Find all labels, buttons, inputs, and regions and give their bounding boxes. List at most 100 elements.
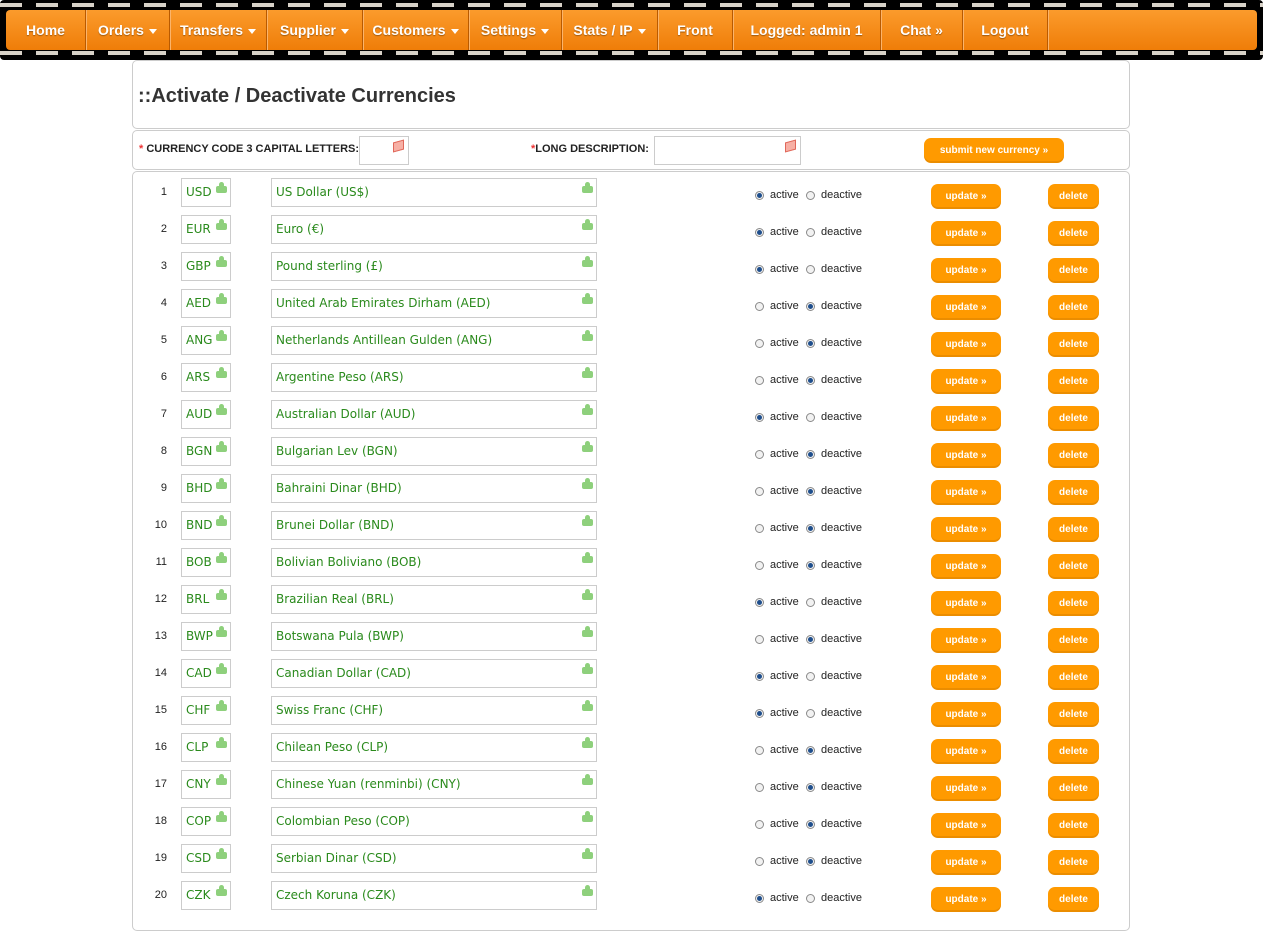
- currency-description-field[interactable]: Pound sterling (£): [271, 252, 597, 281]
- currency-description-field[interactable]: Bahraini Dinar (BHD): [271, 474, 597, 503]
- active-radio[interactable]: [755, 302, 764, 311]
- nav-item-front[interactable]: Front: [658, 10, 733, 50]
- active-radio[interactable]: [755, 487, 764, 496]
- nav-item-stats-ip[interactable]: Stats / IP: [562, 10, 658, 50]
- delete-button[interactable]: delete: [1048, 702, 1099, 727]
- nav-item-supplier[interactable]: Supplier: [267, 10, 363, 50]
- deactive-radio[interactable]: [806, 524, 815, 533]
- deactive-radio[interactable]: [806, 228, 815, 237]
- deactive-radio[interactable]: [806, 746, 815, 755]
- active-radio[interactable]: [755, 376, 764, 385]
- update-button[interactable]: update »: [931, 702, 1001, 727]
- delete-button[interactable]: delete: [1048, 665, 1099, 690]
- currency-code-field[interactable]: BHD: [181, 474, 231, 503]
- currency-description-field[interactable]: Serbian Dinar (CSD): [271, 844, 597, 873]
- delete-button[interactable]: delete: [1048, 628, 1099, 653]
- deactive-radio[interactable]: [806, 302, 815, 311]
- currency-description-field[interactable]: Netherlands Antillean Gulden (ANG): [271, 326, 597, 355]
- active-radio[interactable]: [755, 598, 764, 607]
- update-button[interactable]: update »: [931, 665, 1001, 690]
- currency-description-field[interactable]: Swiss Franc (CHF): [271, 696, 597, 725]
- active-radio[interactable]: [755, 524, 764, 533]
- deactive-radio[interactable]: [806, 413, 815, 422]
- deactive-radio[interactable]: [806, 672, 815, 681]
- update-button[interactable]: update »: [931, 443, 1001, 468]
- update-button[interactable]: update »: [931, 258, 1001, 283]
- nav-item-logout[interactable]: Logout: [963, 10, 1048, 50]
- currency-description-field[interactable]: Brunei Dollar (BND): [271, 511, 597, 540]
- currency-code-field[interactable]: CNY: [181, 770, 231, 799]
- currency-code-field[interactable]: BOB: [181, 548, 231, 577]
- deactive-radio[interactable]: [806, 487, 815, 496]
- currency-description-field[interactable]: Chilean Peso (CLP): [271, 733, 597, 762]
- active-radio[interactable]: [755, 894, 764, 903]
- currency-code-field[interactable]: CSD: [181, 844, 231, 873]
- active-radio[interactable]: [755, 709, 764, 718]
- delete-button[interactable]: delete: [1048, 480, 1099, 505]
- nav-item-settings[interactable]: Settings: [469, 10, 562, 50]
- deactive-radio[interactable]: [806, 561, 815, 570]
- delete-button[interactable]: delete: [1048, 776, 1099, 801]
- delete-button[interactable]: delete: [1048, 258, 1099, 283]
- currency-description-field[interactable]: Czech Koruna (CZK): [271, 881, 597, 910]
- nav-item-logged-admin-1[interactable]: Logged: admin 1: [733, 10, 881, 50]
- delete-button[interactable]: delete: [1048, 591, 1099, 616]
- long-description-input[interactable]: [654, 136, 801, 165]
- update-button[interactable]: update »: [931, 739, 1001, 764]
- active-radio[interactable]: [755, 857, 764, 866]
- currency-description-field[interactable]: Australian Dollar (AUD): [271, 400, 597, 429]
- deactive-radio[interactable]: [806, 450, 815, 459]
- currency-description-field[interactable]: Canadian Dollar (CAD): [271, 659, 597, 688]
- update-button[interactable]: update »: [931, 480, 1001, 505]
- active-radio[interactable]: [755, 635, 764, 644]
- currency-code-field[interactable]: CHF: [181, 696, 231, 725]
- active-radio[interactable]: [755, 783, 764, 792]
- currency-code-field[interactable]: BGN: [181, 437, 231, 466]
- currency-code-field[interactable]: AED: [181, 289, 231, 318]
- deactive-radio[interactable]: [806, 894, 815, 903]
- currency-description-field[interactable]: Botswana Pula (BWP): [271, 622, 597, 651]
- delete-button[interactable]: delete: [1048, 443, 1099, 468]
- currency-code-field[interactable]: BND: [181, 511, 231, 540]
- delete-button[interactable]: delete: [1048, 554, 1099, 579]
- deactive-radio[interactable]: [806, 376, 815, 385]
- active-radio[interactable]: [755, 450, 764, 459]
- currency-description-field[interactable]: Colombian Peso (COP): [271, 807, 597, 836]
- currency-code-field[interactable]: ARS: [181, 363, 231, 392]
- currency-description-field[interactable]: US Dollar (US$): [271, 178, 597, 207]
- currency-description-field[interactable]: Bulgarian Lev (BGN): [271, 437, 597, 466]
- deactive-radio[interactable]: [806, 339, 815, 348]
- currency-description-field[interactable]: Bolivian Boliviano (BOB): [271, 548, 597, 577]
- update-button[interactable]: update »: [931, 295, 1001, 320]
- nav-item-customers[interactable]: Customers: [363, 10, 469, 50]
- currency-code-field[interactable]: CZK: [181, 881, 231, 910]
- active-radio[interactable]: [755, 339, 764, 348]
- delete-button[interactable]: delete: [1048, 850, 1099, 875]
- delete-button[interactable]: delete: [1048, 221, 1099, 246]
- update-button[interactable]: update »: [931, 184, 1001, 209]
- update-button[interactable]: update »: [931, 221, 1001, 246]
- currency-code-field[interactable]: AUD: [181, 400, 231, 429]
- active-radio[interactable]: [755, 746, 764, 755]
- delete-button[interactable]: delete: [1048, 295, 1099, 320]
- update-button[interactable]: update »: [931, 591, 1001, 616]
- delete-button[interactable]: delete: [1048, 184, 1099, 209]
- active-radio[interactable]: [755, 191, 764, 200]
- currency-description-field[interactable]: Chinese Yuan (renminbi) (CNY): [271, 770, 597, 799]
- currency-code-field[interactable]: COP: [181, 807, 231, 836]
- nav-item-home[interactable]: Home: [6, 10, 86, 50]
- delete-button[interactable]: delete: [1048, 369, 1099, 394]
- currency-code-field[interactable]: ANG: [181, 326, 231, 355]
- active-radio[interactable]: [755, 228, 764, 237]
- currency-code-field[interactable]: EUR: [181, 215, 231, 244]
- update-button[interactable]: update »: [931, 369, 1001, 394]
- deactive-radio[interactable]: [806, 783, 815, 792]
- currency-code-field[interactable]: GBP: [181, 252, 231, 281]
- nav-item-transfers[interactable]: Transfers: [170, 10, 267, 50]
- deactive-radio[interactable]: [806, 191, 815, 200]
- active-radio[interactable]: [755, 413, 764, 422]
- deactive-radio[interactable]: [806, 820, 815, 829]
- nav-item-chat[interactable]: Chat »: [881, 10, 963, 50]
- delete-button[interactable]: delete: [1048, 517, 1099, 542]
- update-button[interactable]: update »: [931, 850, 1001, 875]
